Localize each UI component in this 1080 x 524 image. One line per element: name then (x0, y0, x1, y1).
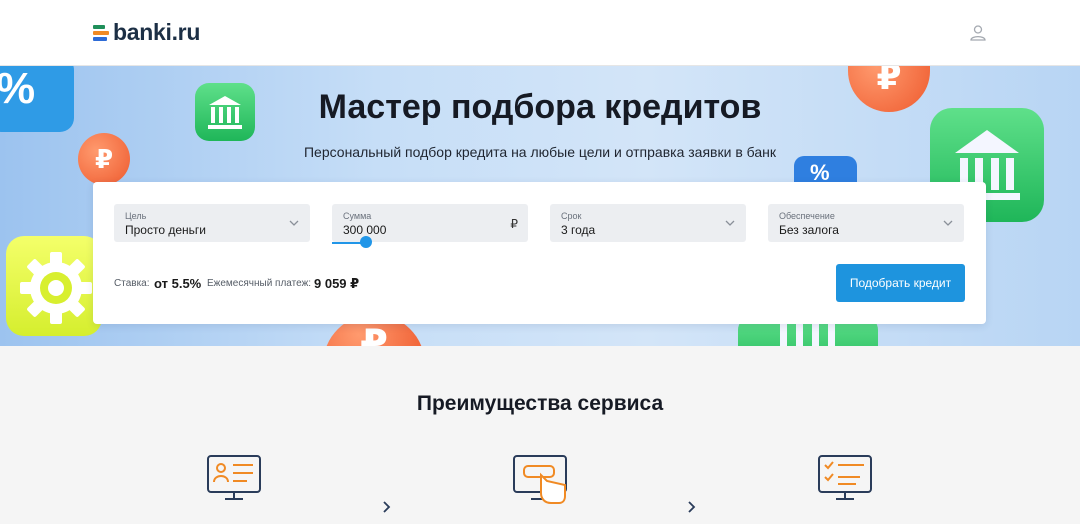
rate-label: Ставка: (114, 278, 150, 289)
find-credit-button[interactable]: Подобрать кредит (836, 264, 965, 302)
logo-text: banki.ru (113, 19, 201, 45)
chevron-right-icon (383, 501, 391, 513)
advantages-title: Преимущества сервиса (416, 392, 664, 415)
chevron-right-icon (688, 501, 696, 513)
click-monitor-icon (513, 455, 567, 504)
ruble-icon: ₽ (510, 217, 518, 231)
collateral-select[interactable]: Обеспечение Без залога (768, 204, 964, 242)
collateral-label: Обеспечение (779, 211, 835, 221)
monthly-payment-value: 9 059 ₽ (314, 276, 360, 291)
monthly-payment-label: Ежемесячный платеж: (207, 278, 312, 289)
collateral-value: Без залога (779, 223, 839, 237)
site-header: banki.ru (0, 0, 1080, 66)
amount-slider-handle[interactable] (360, 236, 372, 248)
checklist-monitor-icon (818, 455, 872, 500)
profile-monitor-icon (207, 455, 261, 500)
rate-value: от 5.5% (154, 276, 202, 291)
page-title: Мастер подбора кредитов (318, 88, 762, 126)
chevron-down-icon (289, 220, 299, 226)
purpose-value: Просто деньги (125, 223, 206, 237)
purpose-label: Цель (125, 211, 147, 221)
user-icon[interactable] (969, 24, 987, 42)
term-value: 3 года (561, 223, 596, 237)
page-subtitle: Персональный подбор кредита на любые цел… (303, 144, 776, 160)
gear-tile-icon (6, 236, 102, 336)
chevron-down-icon (725, 220, 735, 226)
banki-logo[interactable]: banki.ru (93, 19, 200, 46)
amount-value: 300 000 (343, 223, 387, 237)
chevron-down-icon (943, 220, 953, 226)
purpose-select[interactable]: Цель Просто деньги (114, 204, 310, 242)
term-select[interactable]: Срок 3 года (550, 204, 746, 242)
logo-mark-icon (93, 23, 111, 43)
term-label: Срок (561, 211, 582, 221)
credit-calculator-card: Цель Просто деньги Сумма 300 000 ₽ Срок … (93, 182, 986, 324)
amount-label: Сумма (343, 211, 372, 221)
